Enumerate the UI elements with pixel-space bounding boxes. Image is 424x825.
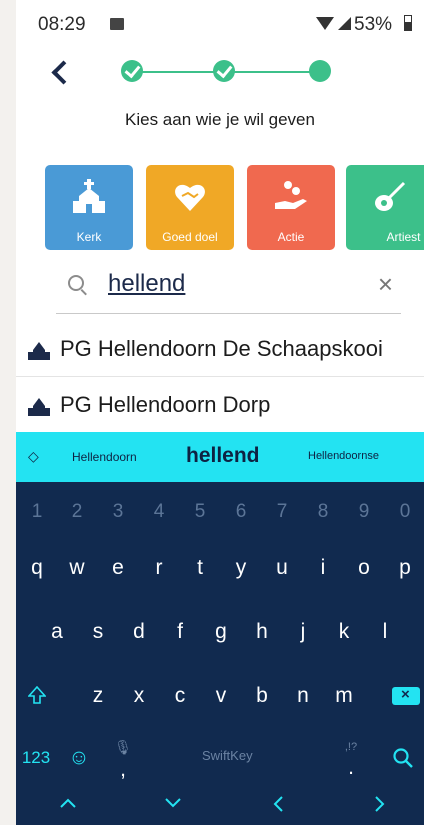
guitar-icon — [375, 181, 406, 211]
key-0[interactable]: 0 — [390, 488, 420, 536]
key-p[interactable]: p — [390, 544, 420, 592]
chevron-up-icon[interactable] — [59, 797, 77, 809]
key-u[interactable]: u — [267, 544, 297, 592]
step-1-done-check-icon — [121, 60, 143, 82]
category-label: Artiest — [386, 230, 421, 244]
clear-search-icon[interactable]: × — [378, 269, 393, 300]
church-icon — [28, 398, 50, 416]
category-goed-doel[interactable]: Goed doel — [146, 165, 234, 250]
category-label: Actie — [277, 230, 305, 244]
key-e[interactable]: e — [103, 544, 133, 592]
key-d[interactable]: d — [124, 608, 154, 656]
letter-row-1: q w e r t y u i o p — [16, 544, 424, 592]
key-z[interactable]: z — [83, 672, 113, 720]
key-g[interactable]: g — [206, 608, 236, 656]
result-item[interactable]: PG Hellendoorn Dorp — [16, 380, 424, 433]
search-icon — [68, 275, 84, 291]
battery-icon — [404, 15, 412, 31]
suggestion-right[interactable]: Hellendoornse — [308, 450, 379, 462]
status-bar: 08:29 53% — [16, 0, 424, 50]
suggestion-left[interactable]: Hellendoorn — [72, 450, 137, 464]
app-screen: 08:29 53% Kies aan wie je wil geven Kerk — [16, 0, 424, 825]
key-n[interactable]: n — [288, 672, 318, 720]
key-8[interactable]: 8 — [308, 488, 338, 536]
key-y[interactable]: y — [226, 544, 256, 592]
key-3[interactable]: 3 — [103, 488, 133, 536]
swiftkey-logo: SwiftKey — [202, 748, 253, 763]
shift-icon[interactable] — [28, 686, 46, 704]
category-label: Goed doel — [162, 230, 218, 244]
backspace-icon[interactable]: × — [392, 686, 420, 705]
chevron-down-icon[interactable] — [164, 797, 182, 809]
heart-hands-icon — [175, 184, 205, 211]
key-f[interactable]: f — [165, 608, 195, 656]
church-icon — [28, 342, 50, 360]
number-row: 1 2 3 4 5 6 7 8 9 0 — [16, 488, 424, 536]
key-l[interactable]: l — [370, 608, 400, 656]
expand-chevron-icon[interactable]: ◇ — [28, 448, 39, 465]
key-h[interactable]: h — [247, 608, 277, 656]
battery-percentage: 53% — [354, 14, 393, 35]
step-progress — [121, 60, 331, 84]
key-x[interactable]: x — [124, 672, 154, 720]
status-time: 08:29 — [38, 14, 86, 35]
back-arrow-icon[interactable] — [46, 58, 76, 88]
suggestion-center[interactable]: hellend — [186, 444, 260, 468]
key-s[interactable]: s — [83, 608, 113, 656]
wifi-icon — [316, 17, 334, 30]
numbers-key[interactable]: 123 — [18, 734, 54, 782]
page-heading: Kies aan wie je wil geven — [125, 110, 315, 129]
search-key-icon[interactable] — [392, 747, 414, 769]
letter-row-3: z x c v b n m × — [16, 672, 424, 720]
step-2-done-check-icon — [213, 60, 235, 82]
result-item[interactable]: PG Hellendoorn De Schaapskooi — [16, 324, 424, 377]
key-k[interactable]: k — [329, 608, 359, 656]
bottom-row: 123 ☺ 🎙 , SwiftKey ,!? . — [16, 734, 424, 782]
navigation-row — [16, 782, 424, 825]
key-c[interactable]: c — [165, 672, 195, 720]
key-a[interactable]: a — [42, 608, 72, 656]
category-tiles: Kerk Goed doel Actie Artiest — [45, 165, 424, 250]
hand-coins-icon — [275, 181, 307, 209]
chevron-left-icon[interactable] — [272, 795, 284, 813]
key-7[interactable]: 7 — [267, 488, 297, 536]
letter-row-2: a s d f g h j k l — [16, 608, 424, 656]
step-3-current-dot — [309, 60, 331, 82]
key-i[interactable]: i — [308, 544, 338, 592]
key-t[interactable]: t — [185, 544, 215, 592]
emoji-icon[interactable]: ☺ — [64, 734, 94, 782]
key-6[interactable]: 6 — [226, 488, 256, 536]
search-field[interactable]: hellend × — [56, 265, 401, 314]
category-actie[interactable]: Actie — [247, 165, 335, 250]
signal-icon — [338, 17, 351, 30]
key-9[interactable]: 9 — [349, 488, 379, 536]
key-w[interactable]: w — [62, 544, 92, 592]
key-1[interactable]: 1 — [22, 488, 52, 536]
key-4[interactable]: 4 — [144, 488, 174, 536]
key-q[interactable]: q — [22, 544, 52, 592]
key-m[interactable]: m — [329, 672, 359, 720]
suggestion-bar: ◇ Hellendoorn hellend Hellendoornse — [16, 432, 424, 482]
result-label: PG Hellendoorn De Schaapskooi — [60, 336, 383, 361]
keyboard: ◇ Hellendoorn hellend Hellendoornse 1 2 … — [16, 432, 424, 825]
key-r[interactable]: r — [144, 544, 174, 592]
category-artiest[interactable]: Artiest — [346, 165, 424, 250]
category-label: Kerk — [76, 230, 102, 244]
key-2[interactable]: 2 — [62, 488, 92, 536]
church-icon — [73, 179, 105, 213]
key-o[interactable]: o — [349, 544, 379, 592]
key-b[interactable]: b — [247, 672, 277, 720]
result-label: PG Hellendoorn Dorp — [60, 392, 271, 417]
chevron-right-icon[interactable] — [374, 795, 386, 813]
key-v[interactable]: v — [206, 672, 236, 720]
notification-icon — [110, 18, 124, 30]
category-kerk[interactable]: Kerk — [45, 165, 133, 250]
key-5[interactable]: 5 — [185, 488, 215, 536]
search-input[interactable]: hellend — [108, 270, 185, 298]
key-j[interactable]: j — [288, 608, 318, 656]
